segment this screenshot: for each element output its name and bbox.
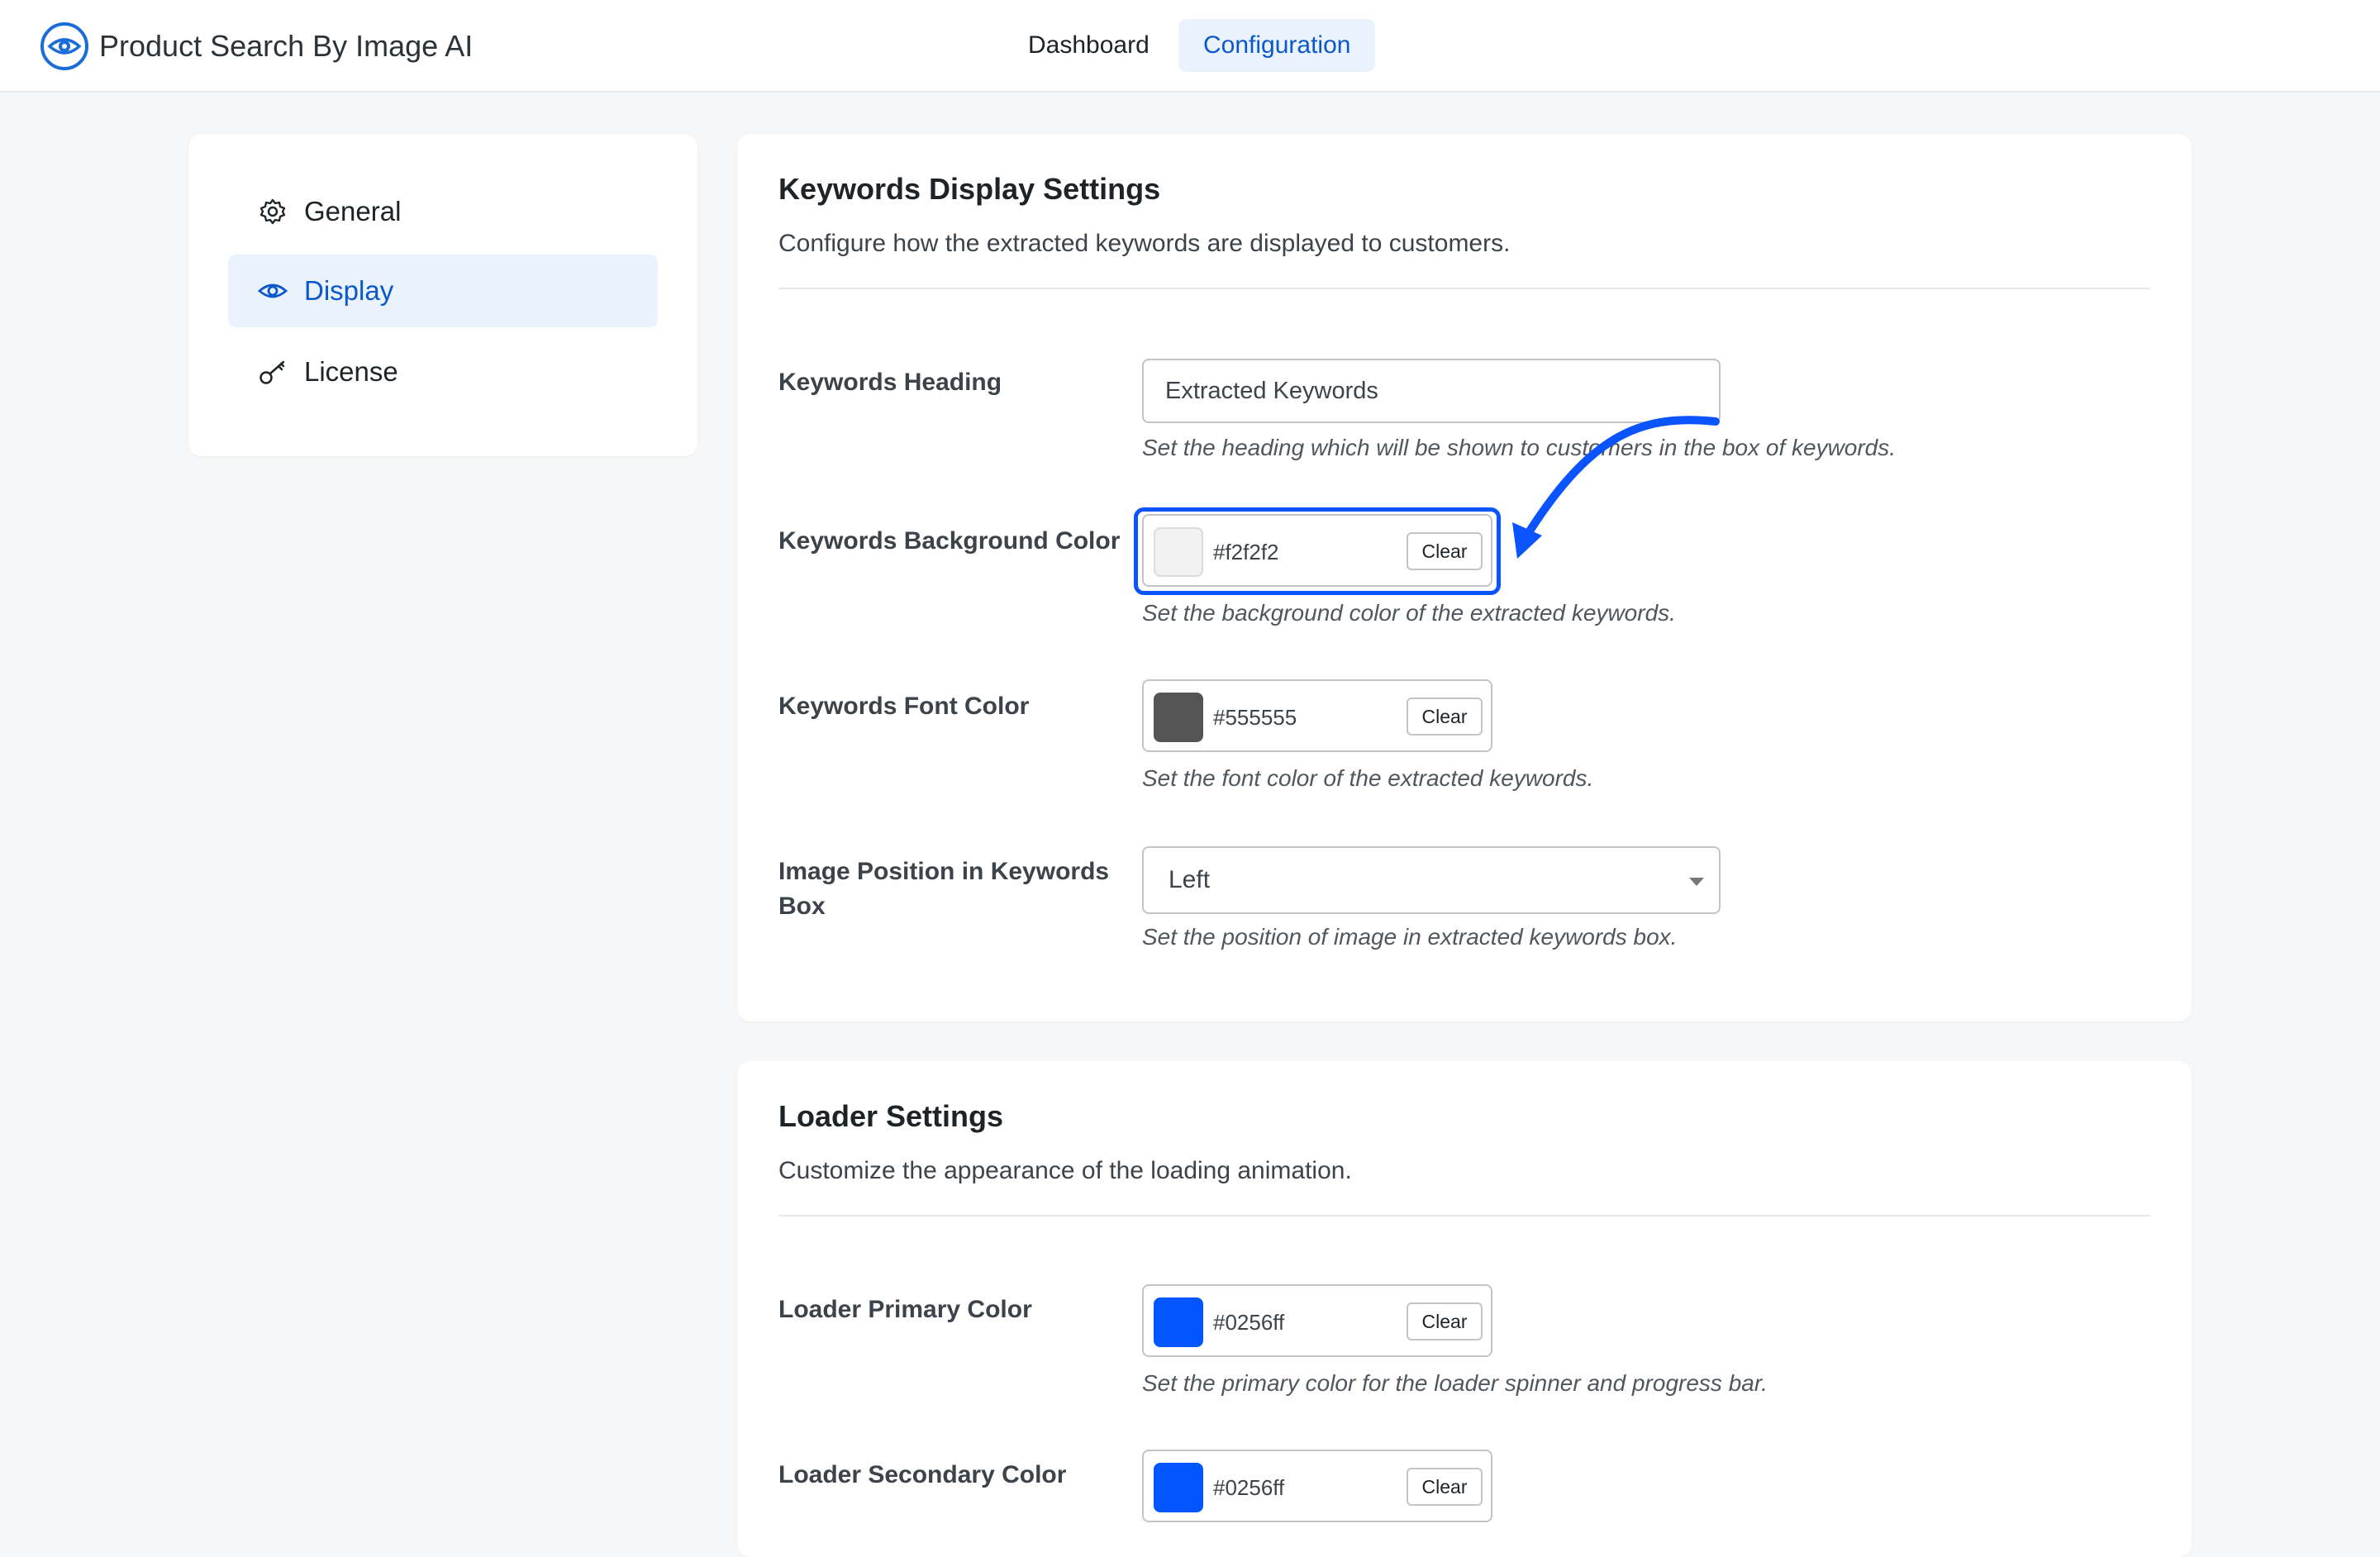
top-bar: Product Search By Image AI Dashboard Con… — [0, 0, 2380, 93]
image-position-help: Set the position of image in extracted k… — [1142, 924, 1678, 950]
sidebar-item-license[interactable]: License — [228, 336, 658, 408]
keywords-font-color-label: Keywords Font Color — [778, 693, 1030, 720]
section-divider — [778, 1215, 2150, 1217]
keywords-bg-color-label: Keywords Background Color — [778, 527, 1121, 555]
loader-primary-color-picker: #0256ff Clear — [1142, 1284, 1492, 1357]
keywords-heading-label: Keywords Heading — [778, 369, 1002, 396]
sidebar-item-label: General — [304, 196, 402, 226]
keywords-bg-color-picker: #f2f2f2 Clear — [1142, 514, 1492, 587]
section-divider — [778, 288, 2150, 289]
color-hex-value[interactable]: #0256ff — [1213, 1474, 1284, 1501]
clear-button[interactable]: Clear — [1407, 1302, 1483, 1340]
eye-icon — [258, 283, 288, 298]
sidebar-item-general[interactable]: General — [228, 175, 658, 248]
annotation-arrow-icon — [1512, 416, 1720, 559]
section-title: Keywords Display Settings — [778, 172, 1161, 206]
clear-button[interactable]: Clear — [1407, 532, 1483, 570]
keywords-bg-color-help: Set the background color of the extracte… — [1142, 600, 1676, 626]
sidebar-item-label: License — [304, 356, 398, 387]
gear-icon — [259, 198, 286, 225]
app-title: Product Search By Image AI — [99, 29, 474, 63]
keywords-display-settings-card: Keywords Display Settings Configure how … — [737, 134, 2192, 1021]
sidebar-item-label: Display — [304, 275, 394, 306]
nav-tab-dashboard[interactable]: Dashboard — [1003, 19, 1174, 72]
color-hex-value[interactable]: #f2f2f2 — [1213, 539, 1279, 565]
section-title: Loader Settings — [778, 1099, 1004, 1133]
keywords-font-color-help: Set the font color of the extracted keyw… — [1142, 765, 1594, 791]
key-icon — [259, 360, 285, 384]
keywords-font-color-picker: #555555 Clear — [1142, 679, 1492, 752]
clear-button[interactable]: Clear — [1407, 698, 1483, 736]
loader-primary-color-label: Loader Primary Color — [778, 1296, 1032, 1323]
loader-settings-card: Loader Settings Customize the appearance… — [737, 1061, 2192, 1557]
section-description: Configure how the extracted keywords are… — [778, 230, 1511, 257]
logo-icon — [40, 22, 88, 70]
color-swatch[interactable] — [1154, 693, 1203, 742]
color-swatch[interactable] — [1154, 527, 1203, 577]
select-value: Left — [1169, 866, 1211, 893]
color-swatch[interactable] — [1154, 1298, 1203, 1347]
color-hex-value[interactable]: #0256ff — [1213, 1309, 1284, 1336]
sidebar-item-display[interactable]: Display — [228, 255, 658, 327]
settings-sidebar: General Display License — [188, 134, 697, 456]
color-swatch[interactable] — [1154, 1463, 1203, 1512]
nav-tab-configuration[interactable]: Configuration — [1178, 19, 1376, 72]
clear-button[interactable]: Clear — [1407, 1468, 1483, 1506]
section-description: Customize the appearance of the loading … — [778, 1157, 1352, 1184]
loader-secondary-color-picker: #0256ff Clear — [1142, 1450, 1492, 1522]
color-hex-value[interactable]: #555555 — [1213, 704, 1297, 731]
loader-primary-color-help: Set the primary color for the loader spi… — [1142, 1370, 1768, 1396]
image-position-select[interactable]: Left — [1142, 846, 1721, 914]
image-position-label: Image Position in Keywords Box — [778, 858, 1110, 920]
chevron-down-icon — [1689, 878, 1704, 886]
